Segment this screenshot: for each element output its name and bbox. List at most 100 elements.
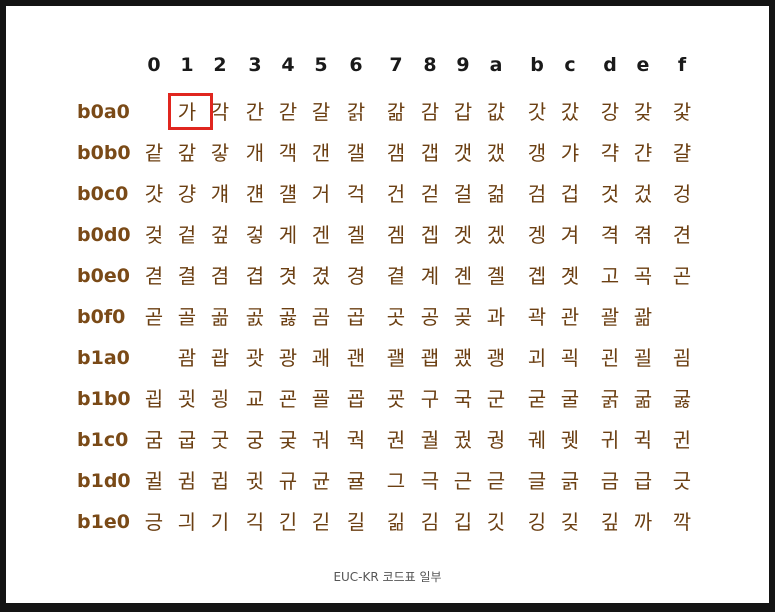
code-cell: 겉 [177, 223, 197, 247]
code-cell: 갉 [346, 100, 366, 124]
code-cell: 갗 [672, 100, 692, 124]
code-cell: 갈 [311, 100, 331, 124]
code-cell: 걔 [210, 182, 230, 206]
code-cell: 긍 [144, 510, 164, 534]
code-cell: 굉 [210, 387, 230, 411]
code-cell: 과 [486, 305, 506, 329]
code-cell: 갑 [453, 100, 473, 124]
code-cell: 깍 [672, 510, 692, 534]
code-cell: 겆 [144, 223, 164, 247]
code-cell: 괭 [486, 346, 506, 370]
code-cell: 굡 [346, 387, 366, 411]
code-cell: 곪 [210, 305, 230, 329]
code-cell: 길 [346, 510, 366, 534]
code-cell: 긷 [311, 510, 331, 534]
code-cell: 결 [177, 264, 197, 288]
row-label: b0b0 [77, 142, 131, 164]
code-cell: 값 [486, 100, 506, 124]
column-header: 5 [314, 54, 328, 76]
code-cell: 귁 [633, 428, 653, 452]
code-cell: 겸 [210, 264, 230, 288]
code-cell: 걀 [672, 141, 692, 165]
code-cell: 긱 [245, 510, 265, 534]
code-cell: 괌 [177, 346, 197, 370]
code-cell: 겡 [527, 223, 547, 247]
code-cell: 경 [346, 264, 366, 288]
code-cell: 금 [600, 469, 620, 493]
code-cell: 굴 [560, 387, 580, 411]
code-cell: 걱 [346, 182, 366, 206]
code-cell: 갼 [633, 141, 653, 165]
code-cell: 광 [278, 346, 298, 370]
code-cell: 겝 [420, 223, 440, 247]
code-cell: 권 [386, 428, 406, 452]
code-cell [137, 99, 171, 125]
code-cell: 궷 [560, 428, 580, 452]
code-cell: 겔 [346, 223, 366, 247]
code-cell: 귑 [210, 469, 230, 493]
code-cell: 궤 [527, 428, 547, 452]
code-cell: 귿 [486, 469, 506, 493]
code-cell: 곯 [278, 305, 298, 329]
code-cell: 겄 [633, 182, 653, 206]
column-header: 0 [147, 54, 161, 76]
code-cell: 굣 [386, 387, 406, 411]
column-header: 6 [349, 54, 363, 76]
code-cell: 괆 [633, 305, 653, 329]
code-cell: 궁 [245, 428, 265, 452]
code-cell: 갠 [311, 141, 331, 165]
code-cell: 귓 [245, 469, 265, 493]
code-cell: 굳 [527, 387, 547, 411]
code-cell: 굻 [672, 387, 692, 411]
row-label: b0a0 [77, 101, 130, 123]
code-cell: 깃 [486, 510, 506, 534]
code-cell: 괠 [386, 346, 406, 370]
code-cell: 궝 [486, 428, 506, 452]
code-cell: 깊 [600, 510, 620, 534]
code-cell: 걜 [278, 182, 298, 206]
code-cell: 갖 [633, 100, 653, 124]
code-cell: 극 [420, 469, 440, 493]
code-cell: 까 [633, 510, 653, 534]
code-cell: 겯 [144, 264, 164, 288]
code-cell: 거 [311, 182, 331, 206]
code-cell: 걘 [245, 182, 265, 206]
column-header: b [530, 54, 544, 76]
code-cell: 급 [633, 469, 653, 493]
code-cell: 걸 [453, 182, 473, 206]
code-cell: 곱 [346, 305, 366, 329]
code-cell: 깁 [453, 510, 473, 534]
code-cell: 게 [278, 223, 298, 247]
code-cell: 깆 [560, 510, 580, 534]
code-cell: 갛 [210, 141, 230, 165]
code-cell: 괘 [311, 346, 331, 370]
code-cell: 겊 [210, 223, 230, 247]
column-header: 9 [456, 54, 470, 76]
code-cell: 고 [600, 264, 620, 288]
code-cell: 개 [245, 141, 265, 165]
code-cell: 굇 [177, 387, 197, 411]
column-header: f [677, 54, 687, 76]
code-cell: 걍 [177, 182, 197, 206]
code-cell: 김 [420, 510, 440, 534]
code-cell: 귀 [600, 428, 620, 452]
code-cell: 곡 [633, 264, 653, 288]
code-cell: 갤 [346, 141, 366, 165]
code-cell: 갸 [560, 141, 580, 165]
code-cell: 건 [386, 182, 406, 206]
code-cell: 괬 [453, 346, 473, 370]
code-cell: 글 [527, 469, 547, 493]
column-header: 4 [281, 54, 295, 76]
code-cell: 궂 [278, 428, 298, 452]
code-cell: 겪 [633, 223, 653, 247]
code-cell: 갬 [386, 141, 406, 165]
code-cell: 궉 [346, 428, 366, 452]
code-cell: 갊 [386, 100, 406, 124]
code-cell: 견 [672, 223, 692, 247]
code-cell: 긋 [672, 469, 692, 493]
code-cell: 격 [600, 223, 620, 247]
code-cell: 같 [144, 141, 164, 165]
code-cell: 곁 [386, 264, 406, 288]
code-cell: 궜 [453, 428, 473, 452]
row-label: b1b0 [77, 388, 131, 410]
